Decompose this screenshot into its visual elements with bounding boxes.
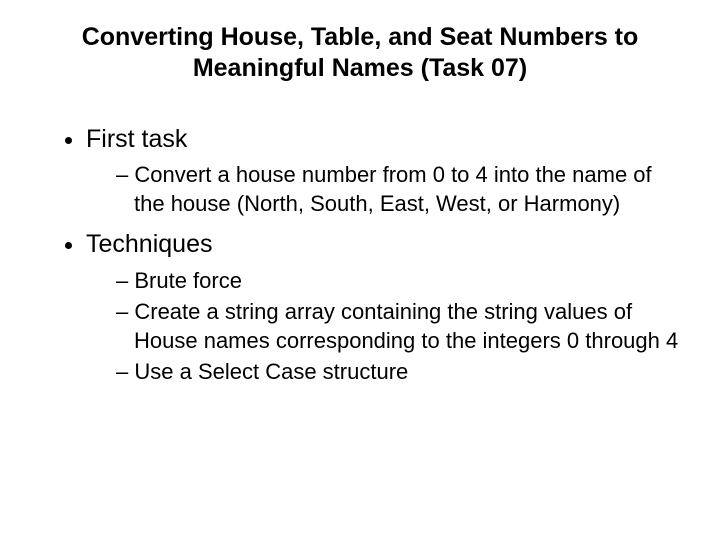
sub-list-item: Use a Select Case structure [116, 358, 680, 387]
sub-list-item: Brute force [116, 267, 680, 296]
list-item: First task Convert a house number from 0… [86, 123, 680, 219]
bullet-text: Techniques [86, 230, 212, 258]
sub-list: Brute force Create a string array contai… [86, 267, 680, 387]
sub-list-item: Create a string array containing the str… [116, 298, 680, 355]
list-item: Techniques Brute force Create a string a… [86, 228, 680, 387]
bullet-list: First task Convert a house number from 0… [40, 123, 680, 388]
slide-title: Converting House, Table, and Seat Number… [40, 22, 680, 105]
slide: Converting House, Table, and Seat Number… [0, 0, 720, 540]
sub-list-item: Convert a house number from 0 to 4 into … [116, 161, 680, 218]
sub-list: Convert a house number from 0 to 4 into … [86, 161, 680, 218]
bullet-text: First task [86, 125, 187, 153]
